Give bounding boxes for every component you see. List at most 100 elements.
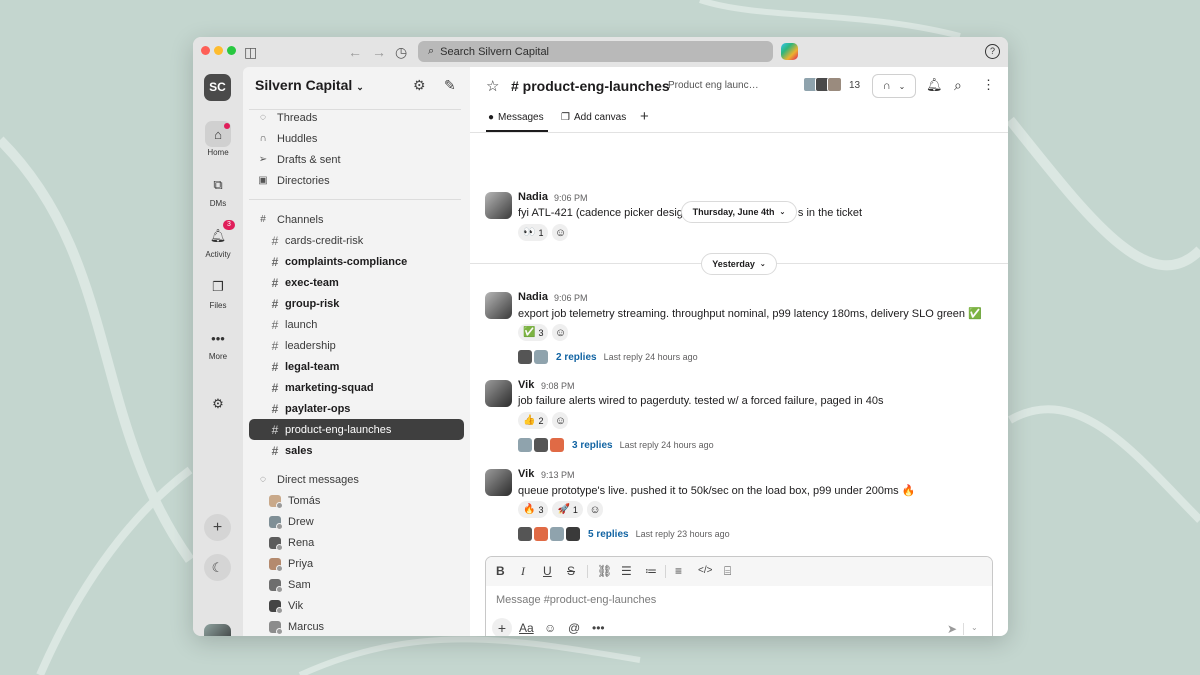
notifications-icon[interactable]: 🔔︎ xyxy=(926,77,943,93)
sidebar-item-group-risk[interactable]: # group-risk xyxy=(249,293,464,314)
message-time[interactable]: 9:08 PM xyxy=(541,381,575,391)
bold-icon[interactable]: B xyxy=(496,564,505,578)
app-logo-icon[interactable] xyxy=(781,43,798,60)
reaction-chip[interactable]: 👀 1 xyxy=(518,224,549,241)
sidebar-item-product-eng-launches[interactable]: # product-eng-launches xyxy=(249,419,464,440)
sidebar-item-dm-sam[interactable]: Sam xyxy=(249,574,464,595)
rail-item-settings[interactable]: ⚙ xyxy=(193,391,243,417)
forward-arrow-icon[interactable]: → xyxy=(372,43,386,61)
reply-count[interactable]: 3 replies xyxy=(572,440,613,451)
back-arrow-icon[interactable]: ← xyxy=(348,43,362,61)
avatar[interactable] xyxy=(485,192,512,219)
sidebar-item-sales[interactable]: # sales xyxy=(249,440,464,461)
tab-messages[interactable]: ● Messages xyxy=(488,112,544,123)
message-composer[interactable]: B I U S ⛓ ☰ ≔ ≡ </> ⌸ Message #product-e… xyxy=(485,556,993,636)
date-divider-pill[interactable]: Thursday, June 4th ⌄ xyxy=(681,201,797,223)
avatar[interactable] xyxy=(485,469,512,496)
send-icon[interactable]: ➤ xyxy=(947,622,957,636)
maximize-window-button[interactable] xyxy=(227,46,236,55)
formatting-toggle-icon[interactable]: Aa xyxy=(519,621,534,635)
underline-icon[interactable]: U xyxy=(543,564,552,578)
message-time[interactable]: 9:13 PM xyxy=(541,470,575,480)
member-count[interactable]: 13 xyxy=(849,80,860,91)
avatar[interactable] xyxy=(485,380,512,407)
workspace-avatar[interactable]: SC xyxy=(204,74,231,101)
sidebar-toggle-icon[interactable]: ◫ xyxy=(244,43,257,61)
sidebar-item-directories[interactable]: ▣ Directories xyxy=(249,170,464,191)
sidebar-item-legal-team[interactable]: # legal-team xyxy=(249,356,464,377)
reaction-chip[interactable]: 👍 2 xyxy=(518,412,549,429)
sidebar-item-dm-priya[interactable]: Priya xyxy=(249,553,464,574)
rail-item-dms[interactable]: ⧉ DMs xyxy=(193,172,243,208)
attach-plus-icon[interactable]: + xyxy=(492,618,512,636)
thread-summary[interactable]: 2 replies Last reply 24 hours ago xyxy=(518,350,698,364)
bulleted-list-icon[interactable]: ≔ xyxy=(645,564,657,578)
search-icon[interactable]: ⌕ xyxy=(954,77,962,94)
add-reaction-button[interactable]: ☺ xyxy=(552,224,569,241)
sidebar-item-launch[interactable]: # launch xyxy=(249,314,464,335)
mention-icon[interactable]: @ xyxy=(568,621,580,635)
add-reaction-button[interactable]: ☺ xyxy=(552,412,569,429)
history-icon[interactable]: ◷ xyxy=(395,43,407,61)
channel-topic[interactable]: Product eng launc… xyxy=(668,80,759,91)
sidebar-item-threads[interactable]: ◌ Threads xyxy=(249,107,464,128)
sidebar-item-dm-vik[interactable]: Vik xyxy=(249,595,464,616)
message-author[interactable]: Nadia xyxy=(518,191,548,203)
message-author[interactable]: Vik xyxy=(518,379,534,391)
thread-summary[interactable]: 5 replies Last reply 23 hours ago xyxy=(518,527,730,541)
message-author[interactable]: Nadia xyxy=(518,291,548,303)
add-reaction-button[interactable]: ☺ xyxy=(586,501,603,518)
more-actions-icon[interactable]: ••• xyxy=(592,621,605,635)
emoji-icon[interactable]: ☺ xyxy=(544,621,556,635)
link-icon[interactable]: ⛓ xyxy=(597,564,612,578)
chevron-down-icon[interactable]: ⌄ xyxy=(971,623,978,632)
reply-count[interactable]: 2 replies xyxy=(556,352,597,363)
message-input[interactable]: Message #product-eng-launches xyxy=(496,594,656,606)
user-avatar[interactable] xyxy=(204,624,231,636)
add-workspace-button[interactable]: + xyxy=(204,514,231,541)
strikethrough-icon[interactable]: S xyxy=(567,564,575,578)
sidebar-item-dm-tomas[interactable]: Tomás xyxy=(249,490,464,511)
code-icon[interactable]: </> xyxy=(698,565,712,576)
sidebar-item-dm-drew[interactable]: Drew xyxy=(249,511,464,532)
rail-item-home[interactable]: ⌂ Home xyxy=(193,121,243,157)
compose-icon[interactable]: ✎ xyxy=(444,77,456,94)
reaction-chip[interactable]: ✅ 3 xyxy=(518,324,549,341)
message-author[interactable]: Vik xyxy=(518,468,534,480)
minimize-window-button[interactable] xyxy=(214,46,223,55)
tab-add-canvas[interactable]: ❐ Add canvas xyxy=(561,112,626,123)
sidebar-item-dm-rena[interactable]: Rena xyxy=(249,532,464,553)
reaction-chip[interactable]: 🚀 1 xyxy=(552,501,583,518)
blockquote-icon[interactable]: ≡ xyxy=(675,564,682,578)
sidebar-item-huddles[interactable]: ∩ Huddles xyxy=(249,128,464,149)
help-icon[interactable]: ? xyxy=(985,44,1000,59)
sidebar-item-paylater-ops[interactable]: # paylater-ops xyxy=(249,398,464,419)
sidebar-item-marketing-squad[interactable]: # marketing-squad xyxy=(249,377,464,398)
rail-item-activity[interactable]: 🔔︎ 3 Activity xyxy=(193,220,243,259)
kebab-menu-icon[interactable]: ⋮ xyxy=(982,77,995,93)
workspace-settings-icon[interactable]: ⚙ xyxy=(413,77,426,94)
reply-count[interactable]: 5 replies xyxy=(588,529,629,540)
rail-item-files[interactable]: ❐ Files xyxy=(193,274,243,310)
huddle-button[interactable]: ∩ ⌄ xyxy=(872,74,916,98)
rail-item-more[interactable]: ••• More xyxy=(193,325,243,362)
close-window-button[interactable] xyxy=(201,46,210,55)
channels-section-header[interactable]: # Channels xyxy=(249,209,464,230)
message-time[interactable]: 9:06 PM xyxy=(554,193,588,203)
sidebar-item-exec-team[interactable]: # exec-team xyxy=(249,272,464,293)
sidebar-item-leadership[interactable]: # leadership xyxy=(249,335,464,356)
sidebar-item-complaints-compliance[interactable]: # complaints-compliance xyxy=(249,251,464,272)
code-block-icon[interactable]: ⌸ xyxy=(724,564,731,579)
search-bar[interactable]: ⌕ Search Silvern Capital xyxy=(418,41,773,62)
sidebar-item-dm-marcus[interactable]: Marcus xyxy=(249,616,464,636)
italic-icon[interactable]: I xyxy=(521,564,525,579)
sidebar-item-drafts[interactable]: ➢ Drafts & sent xyxy=(249,149,464,170)
add-tab-plus-icon[interactable]: + xyxy=(640,108,649,125)
reaction-chip[interactable]: 🔥 3 xyxy=(518,501,549,518)
sidebar-item-cards-credit-risk[interactable]: # cards-credit-risk xyxy=(249,230,464,251)
add-reaction-button[interactable]: ☺ xyxy=(552,324,569,341)
ordered-list-icon[interactable]: ☰ xyxy=(621,564,632,578)
dms-section-header[interactable]: ◌ Direct messages xyxy=(249,469,464,490)
thread-summary[interactable]: 3 replies Last reply 24 hours ago xyxy=(518,438,714,452)
star-icon[interactable]: ☆ xyxy=(486,77,499,95)
